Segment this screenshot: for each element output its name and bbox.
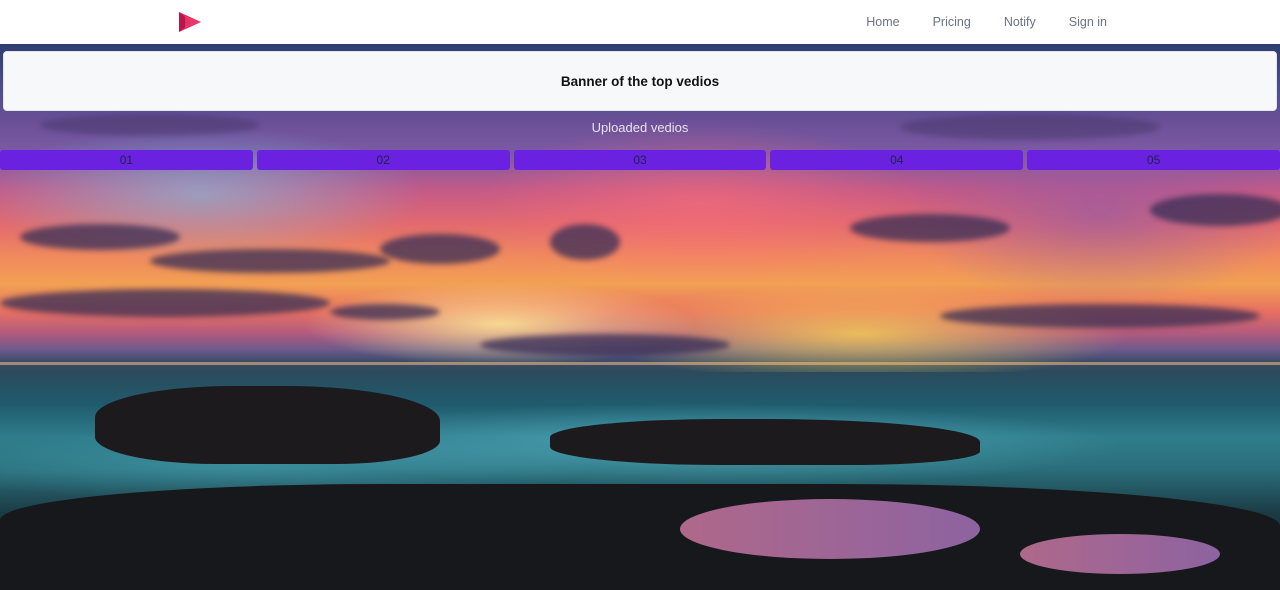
video-item-03[interactable]: 03 <box>513 150 767 170</box>
video-item-01[interactable]: 01 <box>0 150 253 170</box>
nav-link-sign-in[interactable]: Sign in <box>1069 15 1107 29</box>
nav-link-home[interactable]: Home <box>866 15 899 29</box>
nav-link-pricing[interactable]: Pricing <box>933 15 971 29</box>
uploaded-videos-list: 01 02 03 04 05 <box>0 150 1280 170</box>
video-item-05[interactable]: 05 <box>1027 150 1280 170</box>
uploaded-videos-heading: Uploaded vedios <box>591 120 689 135</box>
nav-links: Home Pricing Notify Sign in <box>833 0 1107 44</box>
banner-title: Banner of the top vedios <box>560 73 720 89</box>
video-item-02[interactable]: 02 <box>256 150 510 170</box>
top-navbar: Home Pricing Notify Sign in <box>0 0 1280 44</box>
video-item-04[interactable]: 04 <box>770 150 1024 170</box>
top-videos-banner: Banner of the top vedios <box>3 51 1277 111</box>
play-logo-icon[interactable] <box>177 10 203 34</box>
nav-link-notify[interactable]: Notify <box>1004 15 1036 29</box>
